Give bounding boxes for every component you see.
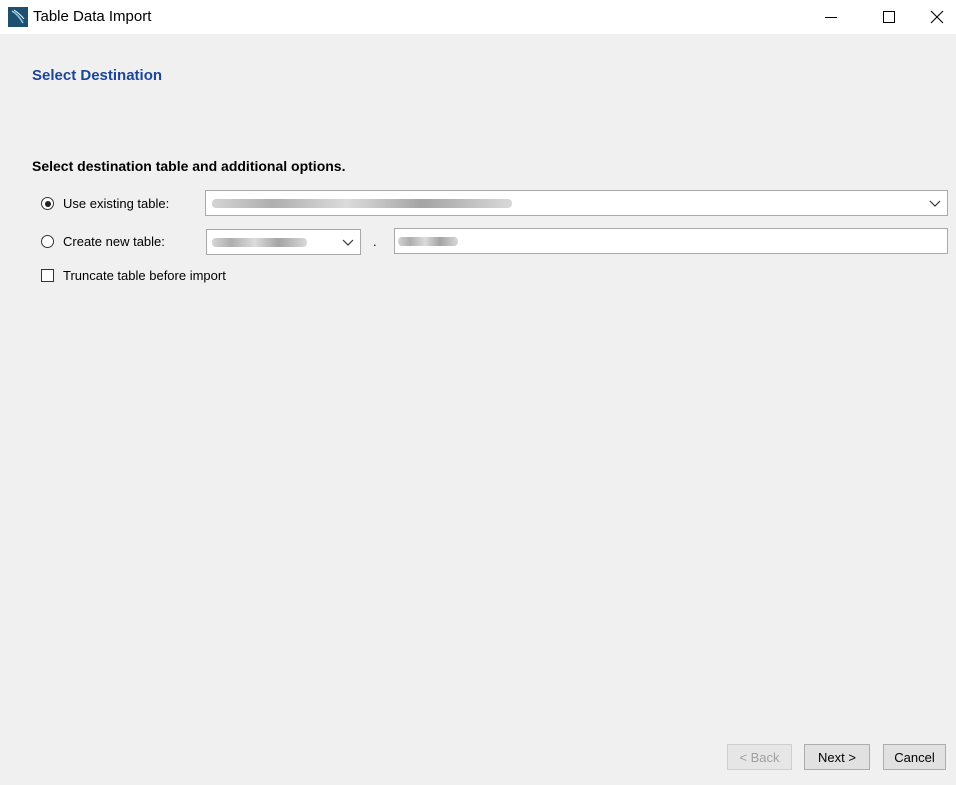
next-button[interactable]: Next > — [804, 744, 870, 770]
use-existing-radio[interactable] — [41, 197, 54, 210]
truncate-checkbox[interactable] — [41, 269, 54, 282]
minimize-button[interactable] — [802, 0, 860, 34]
use-existing-option[interactable]: Use existing table: — [41, 196, 169, 211]
schema-combo[interactable] — [206, 229, 361, 255]
window-title: Table Data Import — [33, 8, 152, 25]
close-icon — [930, 10, 944, 24]
redacted-text — [212, 238, 307, 247]
schema-table-separator: . — [373, 234, 377, 249]
maximize-button[interactable] — [860, 0, 918, 34]
back-button[interactable]: < Back — [727, 744, 792, 770]
page-title: Select Destination — [32, 67, 163, 84]
redacted-text — [398, 237, 458, 246]
close-button[interactable] — [918, 0, 956, 34]
mysql-workbench-icon — [8, 7, 28, 27]
cancel-button[interactable]: Cancel — [883, 744, 946, 770]
minimize-icon — [825, 17, 837, 18]
maximize-icon — [883, 11, 895, 23]
create-new-option[interactable]: Create new table: — [41, 234, 165, 249]
create-new-radio[interactable] — [41, 235, 54, 248]
existing-table-combo[interactable] — [205, 190, 948, 216]
use-existing-label: Use existing table: — [63, 196, 170, 211]
title-bar: Table Data Import — [0, 0, 956, 34]
truncate-label: Truncate table before import — [63, 268, 226, 283]
truncate-option[interactable]: Truncate table before import — [41, 268, 226, 283]
redacted-text — [212, 199, 512, 208]
section-description: Select destination table and additional … — [32, 158, 346, 174]
new-table-name-input[interactable] — [394, 228, 948, 254]
create-new-label: Create new table: — [63, 234, 165, 249]
chevron-down-icon — [929, 200, 941, 207]
chevron-down-icon — [342, 239, 354, 246]
